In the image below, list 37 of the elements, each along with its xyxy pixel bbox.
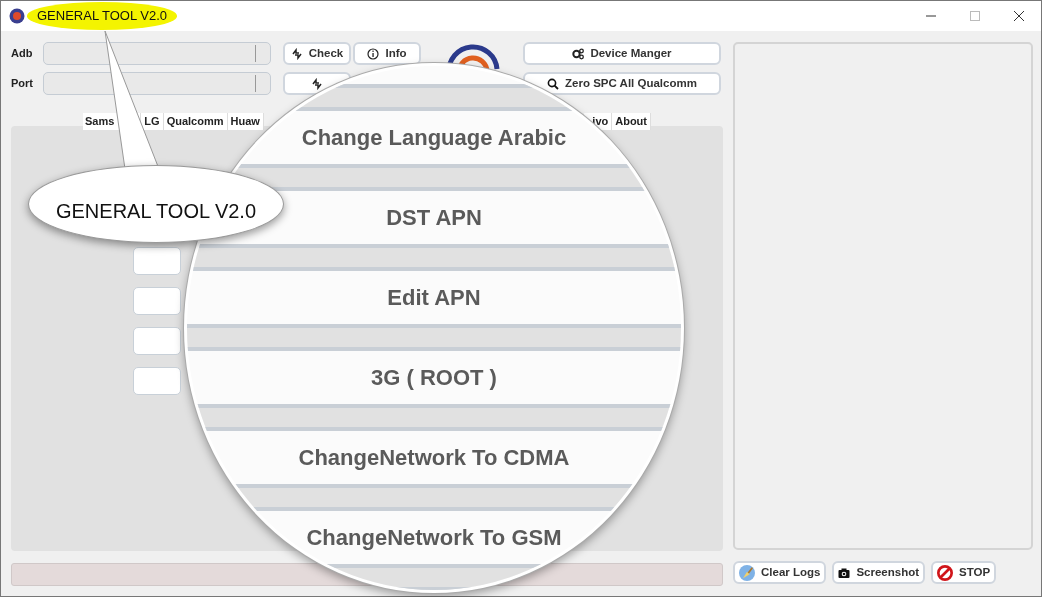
blank-button[interactable] <box>133 367 181 395</box>
action-button[interactable]: STOP <box>931 561 997 584</box>
tab[interactable]: About <box>612 113 651 130</box>
magnified-button[interactable]: ChangeNetwork To CDMA <box>298 441 570 474</box>
app-icon <box>9 8 25 24</box>
field-label: Port <box>11 76 34 92</box>
tab[interactable]: LG <box>141 113 164 130</box>
window-title: GENERAL TOOL V2.0 <box>27 2 178 30</box>
magnified-button[interactable]: Change Language Arabic <box>301 121 567 154</box>
search-icon <box>547 77 560 90</box>
maximize-icon[interactable] <box>970 11 980 21</box>
magnified-button[interactable]: ChangeNetwork To GSM <box>306 521 562 554</box>
action-button[interactable]: Zero SPC All Qualcomm <box>523 72 721 95</box>
refresh-icon <box>290 47 303 60</box>
tab[interactable]: Qualcomm <box>163 113 228 130</box>
action-button[interactable]: Screenshot <box>832 561 926 584</box>
magnified-button[interactable]: DST APN <box>386 201 482 234</box>
refresh-icon <box>311 77 323 90</box>
action-button[interactable]: Clear Logs <box>733 561 827 584</box>
field-label: Adb <box>11 46 34 62</box>
blank-button[interactable] <box>133 327 181 355</box>
gear-icon <box>572 47 585 60</box>
info-icon <box>367 47 380 60</box>
blank-button[interactable] <box>133 287 181 315</box>
camera-icon <box>838 566 851 579</box>
tab[interactable]: Huaw <box>227 113 264 130</box>
magnified-button[interactable]: Edit APN <box>387 281 481 314</box>
broom-icon <box>739 564 755 581</box>
action-button[interactable]: Check <box>283 42 351 65</box>
input-field[interactable] <box>43 72 271 95</box>
blank-button[interactable] <box>133 247 181 275</box>
input-field[interactable] <box>43 42 271 65</box>
magnified-button[interactable]: 3G ( ROOT ) <box>371 361 497 394</box>
action-button[interactable]: Device Manger <box>523 42 721 65</box>
action-button[interactable]: Info <box>353 42 421 65</box>
stop-icon <box>937 564 954 581</box>
close-icon[interactable] <box>1014 11 1024 21</box>
